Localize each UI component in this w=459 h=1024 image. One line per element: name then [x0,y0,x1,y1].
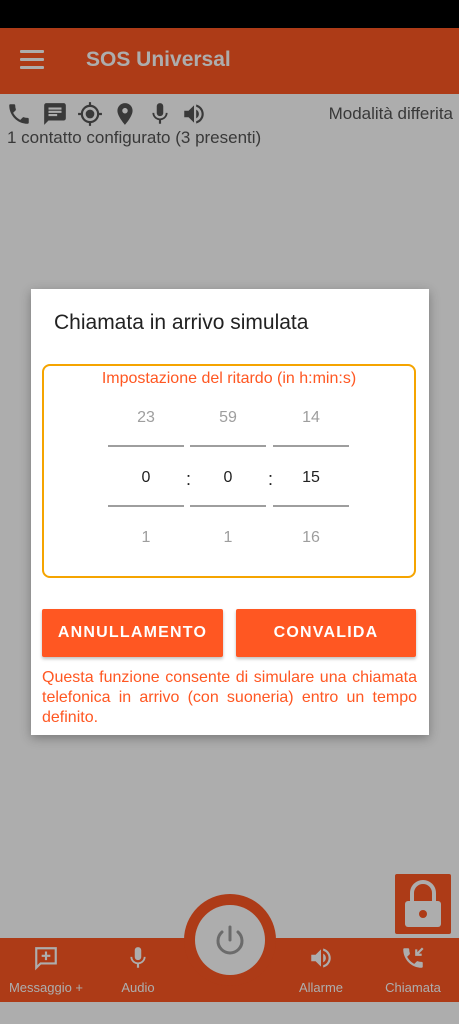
seconds-line-top [273,445,349,447]
seconds-prev[interactable]: 14 [273,409,349,427]
seconds-picker[interactable]: 14 15 16 [273,366,349,576]
minutes-current[interactable]: 0 [190,469,266,487]
cancel-button[interactable]: ANNULLAMENTO [42,609,223,657]
seconds-next[interactable]: 16 [273,529,349,547]
seconds-line-bottom [273,505,349,507]
minutes-line-top [190,445,266,447]
hours-prev[interactable]: 23 [108,409,184,427]
minutes-line-bottom [190,505,266,507]
simulated-call-dialog: Chiamata in arrivo simulata Impostazione… [31,289,429,735]
hours-picker[interactable]: 23 0 1 [108,366,184,576]
dialog-title: Chiamata in arrivo simulata [54,311,309,334]
hours-next[interactable]: 1 [108,529,184,547]
minutes-next[interactable]: 1 [190,529,266,547]
hours-current[interactable]: 0 [108,469,184,487]
hours-line-bottom [108,505,184,507]
minutes-picker[interactable]: 59 0 1 [190,366,266,576]
hours-line-top [108,445,184,447]
dialog-description: Questa funzione consente di simulare una… [42,669,417,726]
seconds-current[interactable]: 15 [273,469,349,487]
delay-picker: Impostazione del ritardo (in h:min:s) 23… [42,364,416,578]
minutes-prev[interactable]: 59 [190,409,266,427]
confirm-button[interactable]: CONVALIDA [236,609,416,657]
